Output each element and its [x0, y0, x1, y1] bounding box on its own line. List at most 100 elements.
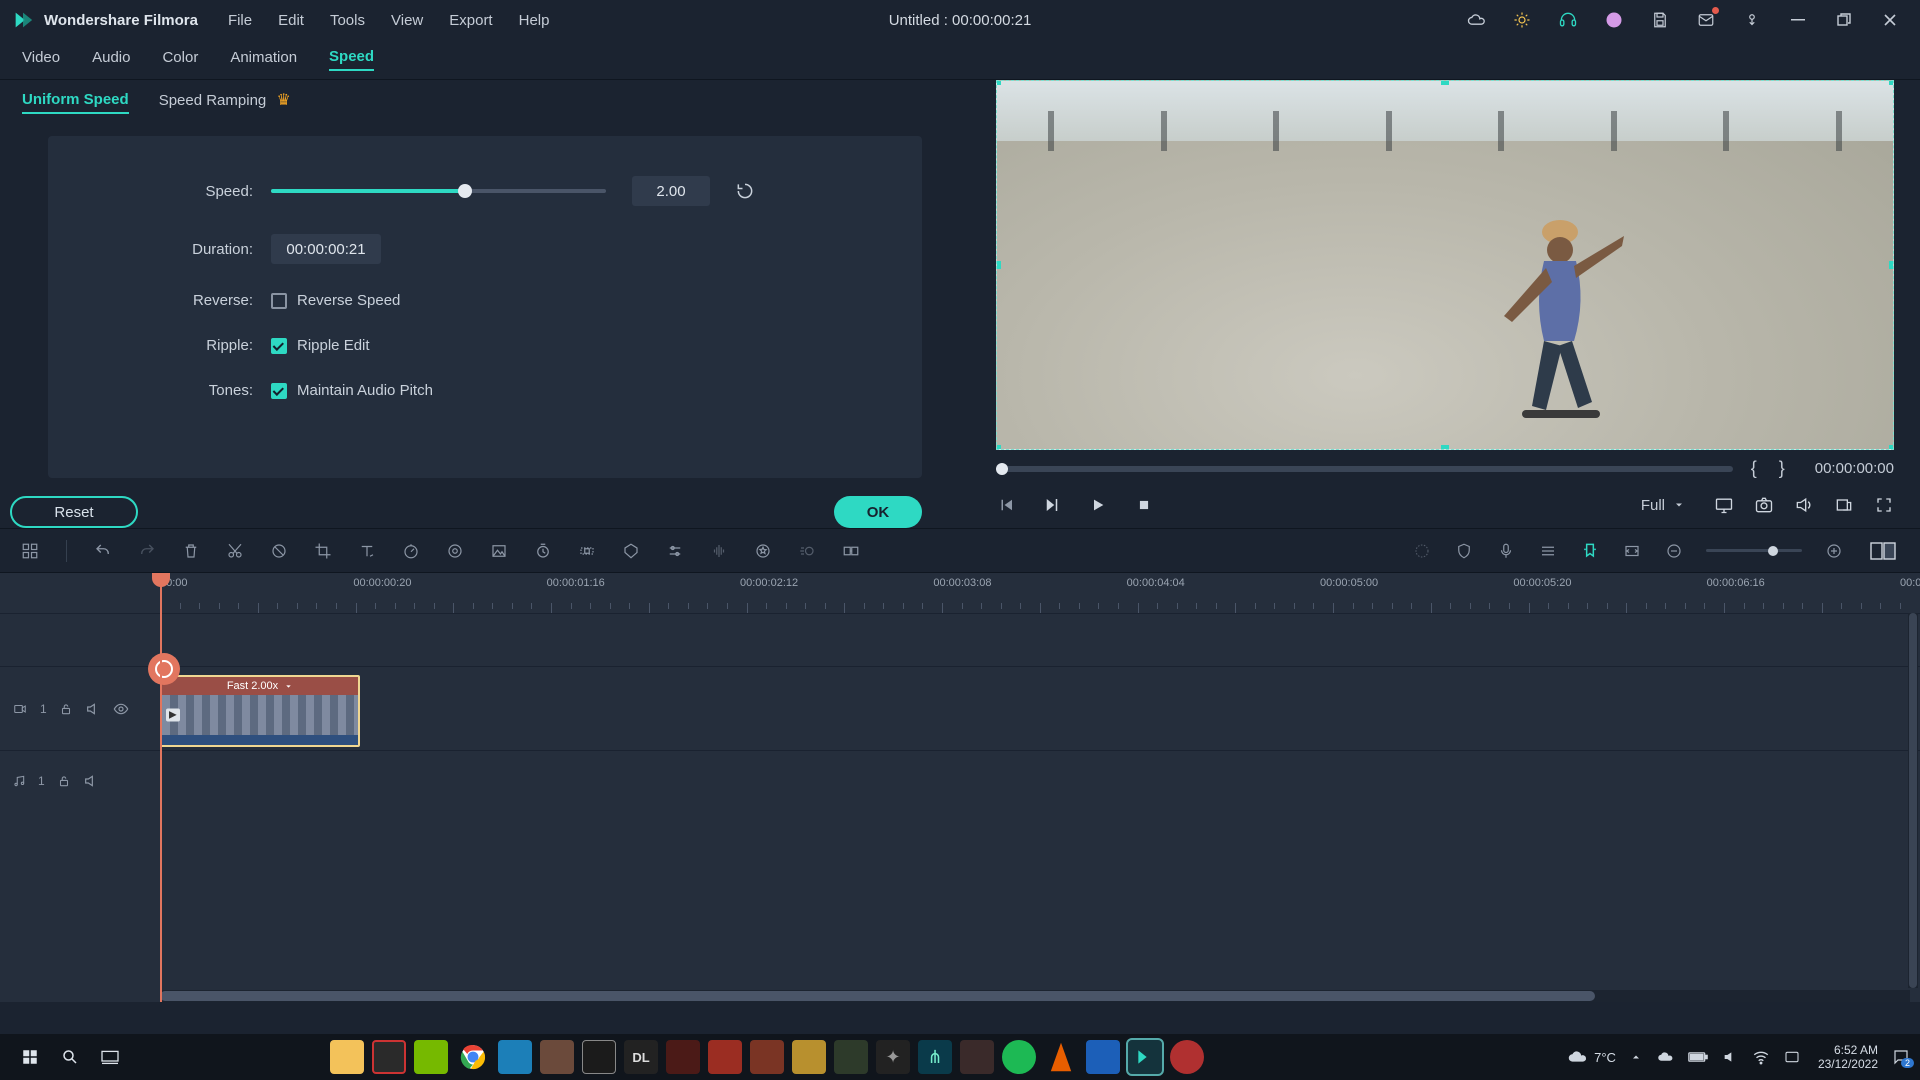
- window-minimize-icon[interactable]: [1788, 10, 1808, 30]
- taskbar-app-spotify[interactable]: [1002, 1040, 1036, 1074]
- tray-language-icon[interactable]: [1784, 1049, 1800, 1065]
- taskbar-app-11[interactable]: [792, 1040, 826, 1074]
- video-clip[interactable]: Fast 2.00x: [160, 675, 360, 747]
- messages-icon[interactable]: [1696, 10, 1716, 30]
- save-icon[interactable]: [1650, 10, 1670, 30]
- taskbar-app-18[interactable]: [1170, 1040, 1204, 1074]
- reverse-checkbox[interactable]: [271, 293, 287, 309]
- fullscreen-icon[interactable]: [1874, 495, 1894, 515]
- taskbar-app-explorer[interactable]: [330, 1040, 364, 1074]
- tab-video[interactable]: Video: [22, 49, 60, 70]
- window-close-icon[interactable]: [1880, 10, 1900, 30]
- speed-reset-icon[interactable]: [734, 180, 756, 202]
- timeline-ruler[interactable]: 00:0000:00:00:2000:00:01:1600:00:02:1200…: [0, 573, 1920, 613]
- tips-icon[interactable]: [1512, 10, 1532, 30]
- audio-track-lane[interactable]: [150, 751, 1920, 810]
- video-track-lane[interactable]: Fast 2.00x: [150, 667, 1920, 750]
- display-icon[interactable]: [1714, 495, 1734, 515]
- play-icon[interactable]: [1088, 495, 1108, 515]
- zoom-out-icon[interactable]: [1664, 541, 1684, 561]
- play-forward-icon[interactable]: [1042, 495, 1062, 515]
- tab-speed[interactable]: Speed: [329, 48, 374, 71]
- stop-icon[interactable]: [1134, 495, 1154, 515]
- tray-expand-icon[interactable]: [1630, 1051, 1642, 1063]
- delete-icon[interactable]: [181, 541, 201, 561]
- redo-icon[interactable]: [137, 541, 157, 561]
- cut-icon[interactable]: [225, 541, 245, 561]
- export-frame-icon[interactable]: [1834, 495, 1854, 515]
- enhance-icon[interactable]: [753, 541, 773, 561]
- task-view-button[interactable]: [90, 1037, 130, 1077]
- taskbar-app-10[interactable]: [750, 1040, 784, 1074]
- track-visibility-icon[interactable]: [113, 701, 129, 717]
- weather-icon[interactable]: 7°C: [1566, 1046, 1616, 1068]
- audio-track-lock-icon[interactable]: [57, 774, 71, 788]
- taskbar-app-14[interactable]: ⋔: [918, 1040, 952, 1074]
- playhead[interactable]: [160, 573, 162, 1002]
- duration-tool-icon[interactable]: [533, 541, 553, 561]
- preview-canvas[interactable]: [996, 80, 1894, 450]
- audio-tool-icon[interactable]: [709, 541, 729, 561]
- taskbar-app-15[interactable]: [960, 1040, 994, 1074]
- text-icon[interactable]: [357, 541, 377, 561]
- subtab-uniform-speed[interactable]: Uniform Speed: [22, 91, 129, 114]
- speed-value-input[interactable]: 2.00: [632, 176, 710, 206]
- audio-track-mute-icon[interactable]: [83, 773, 99, 789]
- step-back-icon[interactable]: [996, 495, 1016, 515]
- cloud-icon[interactable]: [1466, 10, 1486, 30]
- timeline-hscrollbar[interactable]: [160, 990, 1910, 1002]
- volume-icon[interactable]: [1794, 495, 1814, 515]
- speed-tool-icon[interactable]: [401, 541, 421, 561]
- taskbar-app-vlc[interactable]: [1044, 1040, 1078, 1074]
- timeline-vscrollbar[interactable]: [1908, 613, 1918, 988]
- mask-icon[interactable]: [621, 541, 641, 561]
- taskbar-app-12[interactable]: [834, 1040, 868, 1074]
- taskbar-app-filmora-assist[interactable]: [498, 1040, 532, 1074]
- tray-volume-icon[interactable]: [1722, 1049, 1738, 1065]
- green-screen-icon[interactable]: [489, 541, 509, 561]
- tab-audio[interactable]: Audio: [92, 49, 130, 70]
- crop-icon[interactable]: [313, 541, 333, 561]
- taskbar-app-9[interactable]: [708, 1040, 742, 1074]
- keyframe-icon[interactable]: [577, 541, 597, 561]
- avatar-icon[interactable]: [1604, 10, 1624, 30]
- group-icon[interactable]: [841, 541, 861, 561]
- start-button[interactable]: [10, 1037, 50, 1077]
- taskbar-app-17[interactable]: [1086, 1040, 1120, 1074]
- subtab-speed-ramping[interactable]: Speed Ramping ♛: [159, 90, 291, 114]
- shield-icon[interactable]: [1454, 541, 1474, 561]
- timeline-view-toggle[interactable]: [1866, 540, 1900, 562]
- tray-datetime[interactable]: 6:52 AM 23/12/2022: [1818, 1043, 1878, 1071]
- menu-help[interactable]: Help: [519, 12, 550, 29]
- disable-icon[interactable]: [269, 541, 289, 561]
- tab-animation[interactable]: Animation: [230, 49, 297, 70]
- color-tool-icon[interactable]: [445, 541, 465, 561]
- tab-color[interactable]: Color: [162, 49, 198, 70]
- taskbar-app-obs[interactable]: [372, 1040, 406, 1074]
- fit-icon[interactable]: [1622, 541, 1642, 561]
- voiceover-icon[interactable]: [1496, 541, 1516, 561]
- preview-quality-select[interactable]: Full: [1632, 493, 1694, 518]
- taskbar-app-8[interactable]: [666, 1040, 700, 1074]
- reset-button[interactable]: Reset: [10, 496, 138, 528]
- tones-checkbox[interactable]: [271, 383, 287, 399]
- ripple-checkbox[interactable]: [271, 338, 287, 354]
- taskbar-app-nvidia[interactable]: [414, 1040, 448, 1074]
- taskbar-app-7[interactable]: DL: [624, 1040, 658, 1074]
- menu-file[interactable]: File: [228, 12, 252, 29]
- zoom-in-icon[interactable]: [1824, 541, 1844, 561]
- marker-icon[interactable]: [1580, 541, 1600, 561]
- notifications-button[interactable]: 2: [1892, 1048, 1910, 1066]
- support-icon[interactable]: [1558, 10, 1578, 30]
- mixer-icon[interactable]: [1538, 541, 1558, 561]
- taskbar-app-13[interactable]: ✦: [876, 1040, 910, 1074]
- window-maximize-icon[interactable]: [1834, 10, 1854, 30]
- render-icon[interactable]: [1412, 541, 1432, 561]
- preview-scrubber[interactable]: [996, 466, 1733, 472]
- menu-view[interactable]: View: [391, 12, 423, 29]
- duration-value[interactable]: 00:00:00:21: [271, 234, 381, 264]
- tray-onedrive-icon[interactable]: [1656, 1048, 1674, 1066]
- tray-battery-icon[interactable]: [1688, 1050, 1708, 1064]
- layout-icon[interactable]: [20, 541, 40, 561]
- menu-export[interactable]: Export: [449, 12, 492, 29]
